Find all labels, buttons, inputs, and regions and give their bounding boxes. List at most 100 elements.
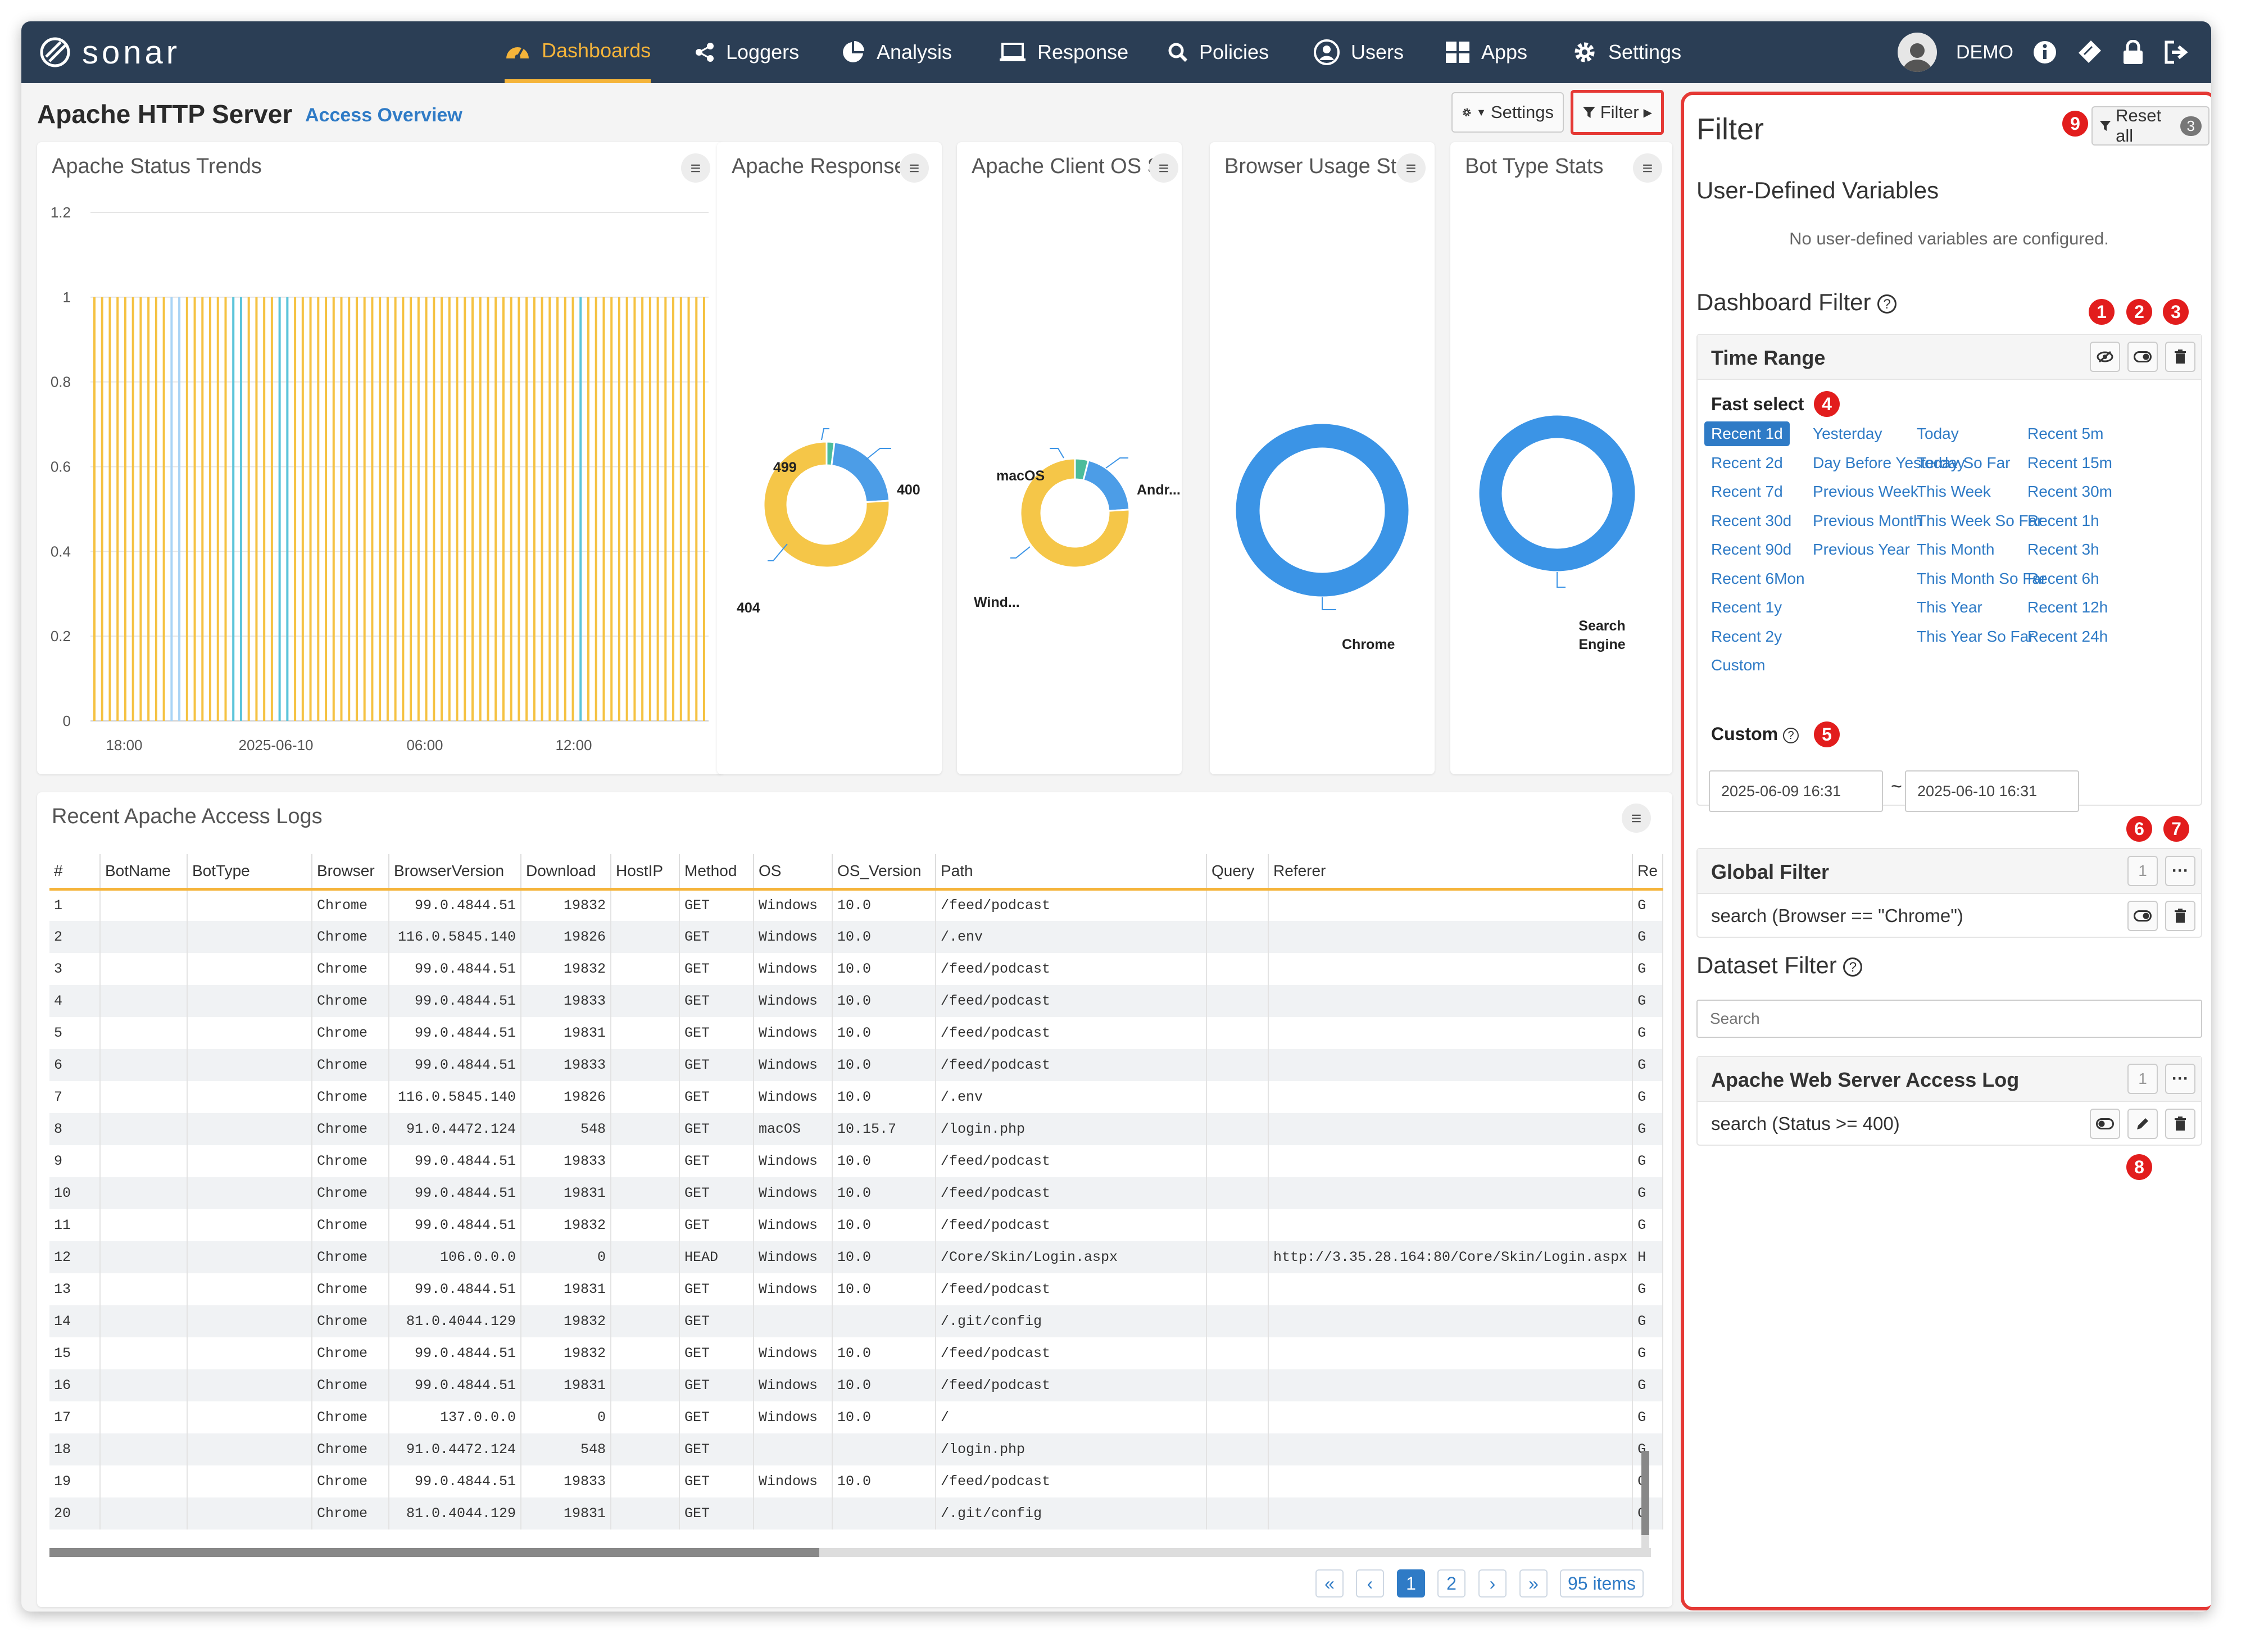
trend-bar[interactable]: [270, 297, 273, 721]
fast-select-option[interactable]: Recent 1h: [2027, 512, 2099, 530]
page-first-button[interactable]: «: [1315, 1569, 1344, 1597]
dashboard-subtitle-link[interactable]: Access Overview: [305, 105, 462, 126]
trend-bar[interactable]: [518, 297, 520, 721]
trend-bar[interactable]: [571, 297, 574, 721]
fast-select-option[interactable]: Recent 90d: [1711, 541, 1791, 559]
table-row[interactable]: 11 Chrome 99.0.4844.51 19832 GET Windows 10.0/…: [49, 1209, 1663, 1241]
page-2-button[interactable]: 2: [1437, 1569, 1465, 1597]
global-filter-more-button[interactable]: ···: [2165, 856, 2195, 886]
trend-bar[interactable]: [162, 297, 165, 721]
help-icon[interactable]: ?: [1877, 294, 1897, 314]
trend-bar[interactable]: [679, 297, 682, 721]
column-header[interactable]: Method: [679, 854, 754, 891]
trend-bar[interactable]: [602, 297, 605, 721]
fast-select-option[interactable]: Recent 6h: [2027, 570, 2099, 588]
nav-settings[interactable]: Settings: [1572, 21, 1681, 83]
trend-bar[interactable]: [325, 297, 328, 721]
trend-bar[interactable]: [533, 297, 536, 721]
trend-bar[interactable]: [201, 297, 204, 721]
table-row[interactable]: 20 Chrome 81.0.4044.129 19831 GET /.git/confi…: [49, 1497, 1663, 1530]
trend-bar[interactable]: [633, 297, 636, 721]
trend-bar[interactable]: [687, 297, 690, 721]
avatar[interactable]: [1898, 33, 1937, 72]
trend-bar[interactable]: [224, 297, 227, 721]
column-header[interactable]: BrowserVersion: [389, 854, 521, 891]
fast-select-option[interactable]: Recent 12h: [2027, 598, 2108, 616]
table-row[interactable]: 16 Chrome 99.0.4844.51 19831 GET Windows 10.0/…: [49, 1369, 1663, 1401]
trend-bar[interactable]: [170, 297, 173, 721]
trend-bar[interactable]: [433, 297, 435, 721]
trend-bar[interactable]: [193, 297, 196, 721]
trend-bar[interactable]: [425, 297, 428, 721]
trend-bar[interactable]: [648, 297, 651, 721]
global-rule-toggle-button[interactable]: [2127, 901, 2158, 931]
pie-slice[interactable]: [1477, 414, 1637, 573]
widget-menu-button[interactable]: ≡: [1622, 804, 1651, 833]
trend-bar[interactable]: [363, 297, 366, 721]
trend-bar[interactable]: [502, 297, 505, 721]
horizontal-scrollbar-thumb[interactable]: [49, 1548, 819, 1557]
settings-button[interactable]: ▼ Settings: [1451, 92, 1564, 133]
trend-bar[interactable]: [471, 297, 474, 721]
trend-bar[interactable]: [209, 297, 212, 721]
table-row[interactable]: 5 Chrome 99.0.4844.51 19831 GET Windows 10.0/f…: [49, 1017, 1663, 1049]
ticket-icon[interactable]: [2076, 40, 2103, 65]
trend-bar[interactable]: [247, 297, 250, 721]
nav-dashboards[interactable]: Dashboards: [505, 21, 651, 83]
trend-bar[interactable]: [309, 297, 312, 721]
column-header[interactable]: Re: [1632, 854, 1663, 891]
trend-bar[interactable]: [541, 297, 543, 721]
trend-bar[interactable]: [510, 297, 512, 721]
table-row[interactable]: 2 Chrome 116.0.5845.140 19826 GET Windows 10.0…: [49, 921, 1663, 953]
trend-bar[interactable]: [348, 297, 351, 721]
lock-icon[interactable]: [2122, 40, 2144, 65]
fast-select-option[interactable]: This Month So Far: [1917, 570, 2046, 588]
trend-bar[interactable]: [317, 297, 320, 721]
table-row[interactable]: 3 Chrome 99.0.4844.51 19832 GET Windows 10.0/f…: [49, 953, 1663, 985]
info-icon[interactable]: [2032, 40, 2057, 65]
fast-select-option[interactable]: Recent 2y: [1711, 628, 1782, 646]
column-header[interactable]: BotName: [100, 854, 188, 891]
trend-bar[interactable]: [494, 297, 497, 721]
table-row[interactable]: 18 Chrome 91.0.4472.124 548 GET/login.php G: [49, 1433, 1663, 1465]
trend-bar[interactable]: [340, 297, 343, 721]
nav-response[interactable]: Response: [999, 21, 1128, 83]
trend-bar[interactable]: [216, 297, 219, 721]
horizontal-scrollbar-track[interactable]: [49, 1548, 1651, 1557]
trend-bar[interactable]: [556, 297, 559, 721]
table-row[interactable]: 9 Chrome 99.0.4844.51 19833 GET Windows 10.0/f…: [49, 1145, 1663, 1177]
fast-select-option[interactable]: Yesterday: [1813, 425, 1882, 443]
vertical-scrollbar-thumb[interactable]: [1641, 1451, 1649, 1535]
fast-select-option[interactable]: Recent 24h: [2027, 628, 2108, 646]
page-next-button[interactable]: ›: [1478, 1569, 1507, 1597]
dataset-filter-more-button[interactable]: ···: [2165, 1064, 2195, 1094]
fast-select-option[interactable]: This Week So Far: [1917, 512, 2043, 530]
column-header[interactable]: OS: [754, 854, 833, 891]
trend-bar[interactable]: [147, 297, 150, 721]
trend-bar[interactable]: [263, 297, 266, 721]
trend-bar[interactable]: [448, 297, 451, 721]
fast-select-option[interactable]: Today: [1917, 425, 1959, 443]
fast-select-option[interactable]: Recent 7d: [1711, 483, 1783, 501]
trend-bar[interactable]: [618, 297, 620, 721]
trend-bar[interactable]: [564, 297, 566, 721]
reset-all-button[interactable]: Reset all 3: [2091, 106, 2209, 146]
column-header[interactable]: Referer: [1268, 854, 1634, 891]
trend-bar[interactable]: [610, 297, 613, 721]
column-header[interactable]: #: [49, 854, 101, 891]
fast-select-option[interactable]: Recent 5m: [2027, 425, 2103, 443]
hide-button[interactable]: [2090, 342, 2120, 372]
dataset-rule-delete-button[interactable]: [2165, 1109, 2195, 1139]
trend-bar[interactable]: [286, 297, 289, 721]
nav-loggers[interactable]: Loggers: [695, 21, 799, 83]
column-header[interactable]: Browser: [312, 854, 389, 891]
page-last-button[interactable]: »: [1519, 1569, 1548, 1597]
trend-bar[interactable]: [487, 297, 489, 721]
table-row[interactable]: 19 Chrome 99.0.4844.51 19833 GET Windows 10.0/…: [49, 1465, 1663, 1497]
trend-bar[interactable]: [131, 297, 134, 721]
trend-bar[interactable]: [394, 297, 397, 721]
fast-select-option[interactable]: Recent 1y: [1711, 598, 1782, 616]
trend-bar[interactable]: [155, 297, 157, 721]
delete-button[interactable]: [2165, 342, 2195, 372]
dataset-rule-edit-button[interactable]: [2127, 1109, 2158, 1139]
